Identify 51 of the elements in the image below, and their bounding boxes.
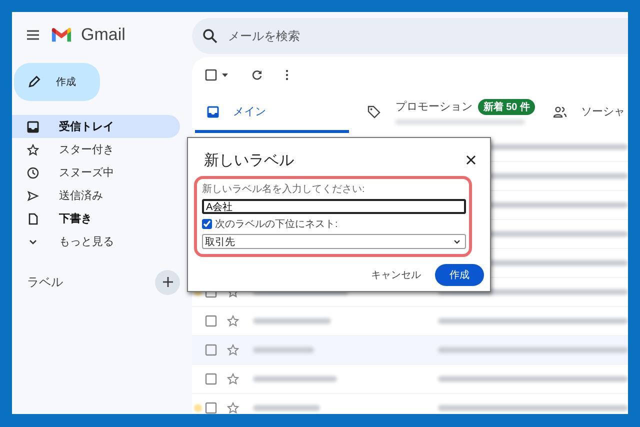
nav-item[interactable]: スター付き <box>12 138 180 161</box>
label-name-field[interactable]: A会社 <box>202 199 466 214</box>
nav-item[interactable]: 送信済み <box>12 184 180 207</box>
create-button[interactable]: 作成 <box>435 264 484 286</box>
refresh-icon[interactable] <box>251 69 263 81</box>
inbox-icon <box>207 106 219 118</box>
nav-item[interactable]: スヌーズ中 <box>12 161 180 184</box>
plus-icon <box>162 276 174 288</box>
close-icon[interactable] <box>466 155 476 165</box>
star-icon[interactable] <box>227 344 239 356</box>
star-icon <box>27 144 39 156</box>
tab[interactable]: メイン <box>195 93 350 133</box>
dialog-title: 新しいラベル <box>204 150 294 170</box>
search-field[interactable]: メールを検索 <box>226 28 628 44</box>
star-icon[interactable] <box>227 315 239 327</box>
nav-item[interactable]: 下書き <box>12 207 180 230</box>
tab[interactable]: ソーシャ <box>541 93 625 133</box>
checkbox-icon[interactable] <box>205 315 217 327</box>
nest-checkbox[interactable] <box>202 219 212 229</box>
chevron-down-icon <box>453 238 461 246</box>
inbox-icon <box>27 120 39 132</box>
search-bar[interactable]: メールを検索 <box>192 18 628 54</box>
nav-item[interactable]: 受信トレイ <box>12 115 180 138</box>
star-icon[interactable] <box>227 402 239 414</box>
checkbox-label: 次のラベルの下位にネスト: <box>215 218 338 231</box>
send-icon <box>27 190 39 202</box>
checkbox-icon[interactable] <box>205 402 217 414</box>
tag-icon <box>367 104 382 118</box>
document-icon <box>27 212 39 224</box>
star-icon[interactable] <box>227 373 239 385</box>
app-name: Gmail <box>81 24 126 44</box>
parent-label-select[interactable]: 取引先 <box>202 234 466 249</box>
search-icon[interactable] <box>202 28 218 44</box>
tab[interactable]: プロモーション 新着 50 件 <box>355 93 535 133</box>
blurred-text <box>253 347 314 353</box>
logo-icon[interactable] <box>51 26 72 42</box>
section-title: ラベル <box>27 274 63 290</box>
caret-icon[interactable] <box>221 71 229 79</box>
clock-icon <box>27 166 39 178</box>
compose-button[interactable]: 作成 <box>14 63 100 101</box>
blurred-text <box>253 405 320 411</box>
people-icon <box>553 104 567 118</box>
pencil-icon <box>27 75 41 89</box>
new-count-badge: 新着 50 件 <box>478 98 535 114</box>
field-label: 新しいラベル名を入力してください: <box>202 182 366 196</box>
checkbox-icon[interactable] <box>205 69 217 81</box>
cancel-button[interactable]: キャンセル <box>371 268 421 282</box>
nav-item[interactable]: もっと見る <box>12 230 180 253</box>
add-label-button[interactable] <box>155 270 180 294</box>
checkbox-icon[interactable] <box>205 373 217 385</box>
checkbox-icon[interactable] <box>205 344 217 356</box>
